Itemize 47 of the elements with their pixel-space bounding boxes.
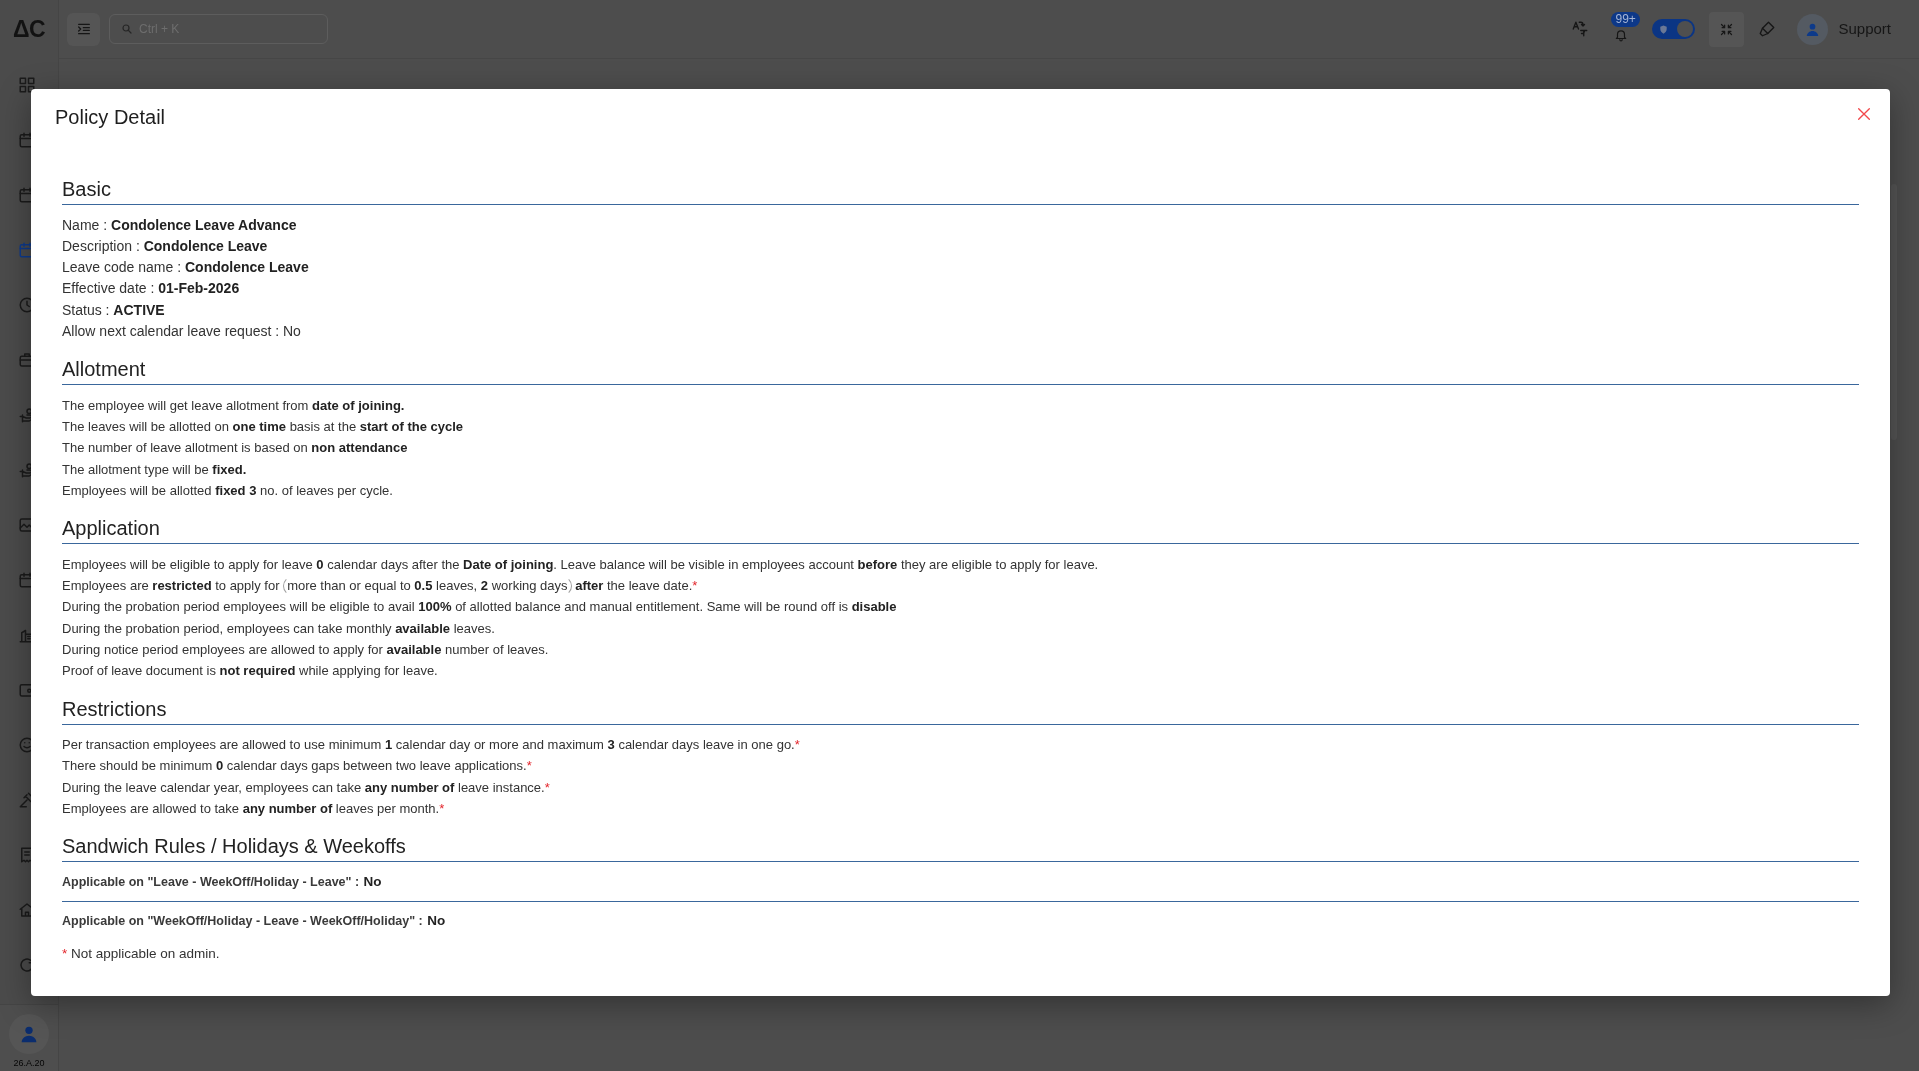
field-text: Leave code name : Condolence Leave [62,258,309,278]
section-heading: Allotment [62,357,146,382]
collapse-button[interactable] [1709,11,1745,47]
footnote-text: * Not applicable on admin. [62,945,220,964]
menu-icon [75,21,92,37]
policy-statement: During the probation period employees will be eligible to avail 100% of allotted balance and manual entitlement. Same will be round off is disable [62,598,897,617]
policy-statement: The number of leave allotment is based on non attendance [62,439,408,458]
policy-statement: Per transaction employees are allowed to use minimum 1 calendar day or more and maximum 3 calendar days leave in one go.* [62,736,800,755]
field-text: Effective date : 01-Feb-2026 [62,279,240,299]
policy-statement: Employees are allowed to take any number of leaves per month.* [62,799,445,818]
policy-statement: There should be minimum 0 calendar days gaps between two leave applications.* [62,757,532,776]
policy-statement: Employees will be allotted fixed 3 no. of leaves per cycle. [62,481,393,500]
section-heading: Sandwich Rules / Holidays & Weekoffs [62,834,406,859]
policy-statement: Employees are restricted to apply for more than or equal to 0.5 leaves, 2 working days after the leave date.* [62,575,698,597]
notification-badge: 99+ [1611,12,1640,27]
sandwich-rule-label: Applicable on "WeekOff/Holiday - Leave - WeekOff/Holiday" : [62,914,423,929]
policy-statement: During the leave calendar year, employees can take any number of leave instance.* [62,778,550,797]
section-heading: Basic [62,177,111,201]
field-text: Description : Condolence Leave [62,236,268,256]
policy-statement: Employees will be eligible to apply for leave 0 calendar days after the Date of joining. Leave balance will be visible in employees account before they are eligible to apply for leave. [62,555,1099,574]
policy-statement: Proof of leave document is not required while applying for leave. [62,662,438,681]
avatar-icon [1797,13,1829,45]
policy-statement: The allotment type will be fixed. [62,460,247,479]
menu-button[interactable] [67,12,100,46]
field-text: Name : Condolence Leave Advance [62,215,297,235]
shield-icon [1658,23,1670,35]
policy-statement: The employee will get leave allotment from date of joining. [62,396,405,415]
modal-title: Policy Detail [55,105,166,129]
section-heading: Restrictions [62,696,167,721]
section-heading: Application [62,516,160,541]
policy-statement: During notice period employees are allowed to apply for available number of leaves. [62,640,549,659]
close-button[interactable] [1856,106,1872,122]
policy-statement: During the probation period, employees can take monthly available leaves. [62,619,495,638]
user-menu-button[interactable]: Support [1797,13,1891,45]
close-icon [1856,106,1872,122]
collapse-icon [1719,21,1735,37]
search-icon [121,23,133,35]
theme-toggle[interactable] [1652,19,1696,39]
policy-statement: The leaves will be allotted on one time basis at the start of the cycle [62,418,464,437]
sandwich-rule-value: No [427,913,446,929]
grid-icon[interactable] [18,76,36,94]
sandwich-rule-label: Applicable on "Leave - WeekOff/Holiday - Leave" : [62,875,360,890]
logo: ΔC [12,15,46,44]
field-text: Allow next calendar leave request : No [62,322,301,341]
sandwich-rule-value: No [363,874,382,890]
field-text: Status : ACTIVE [62,300,165,320]
version-text: 26.A.20 [13,1057,45,1069]
